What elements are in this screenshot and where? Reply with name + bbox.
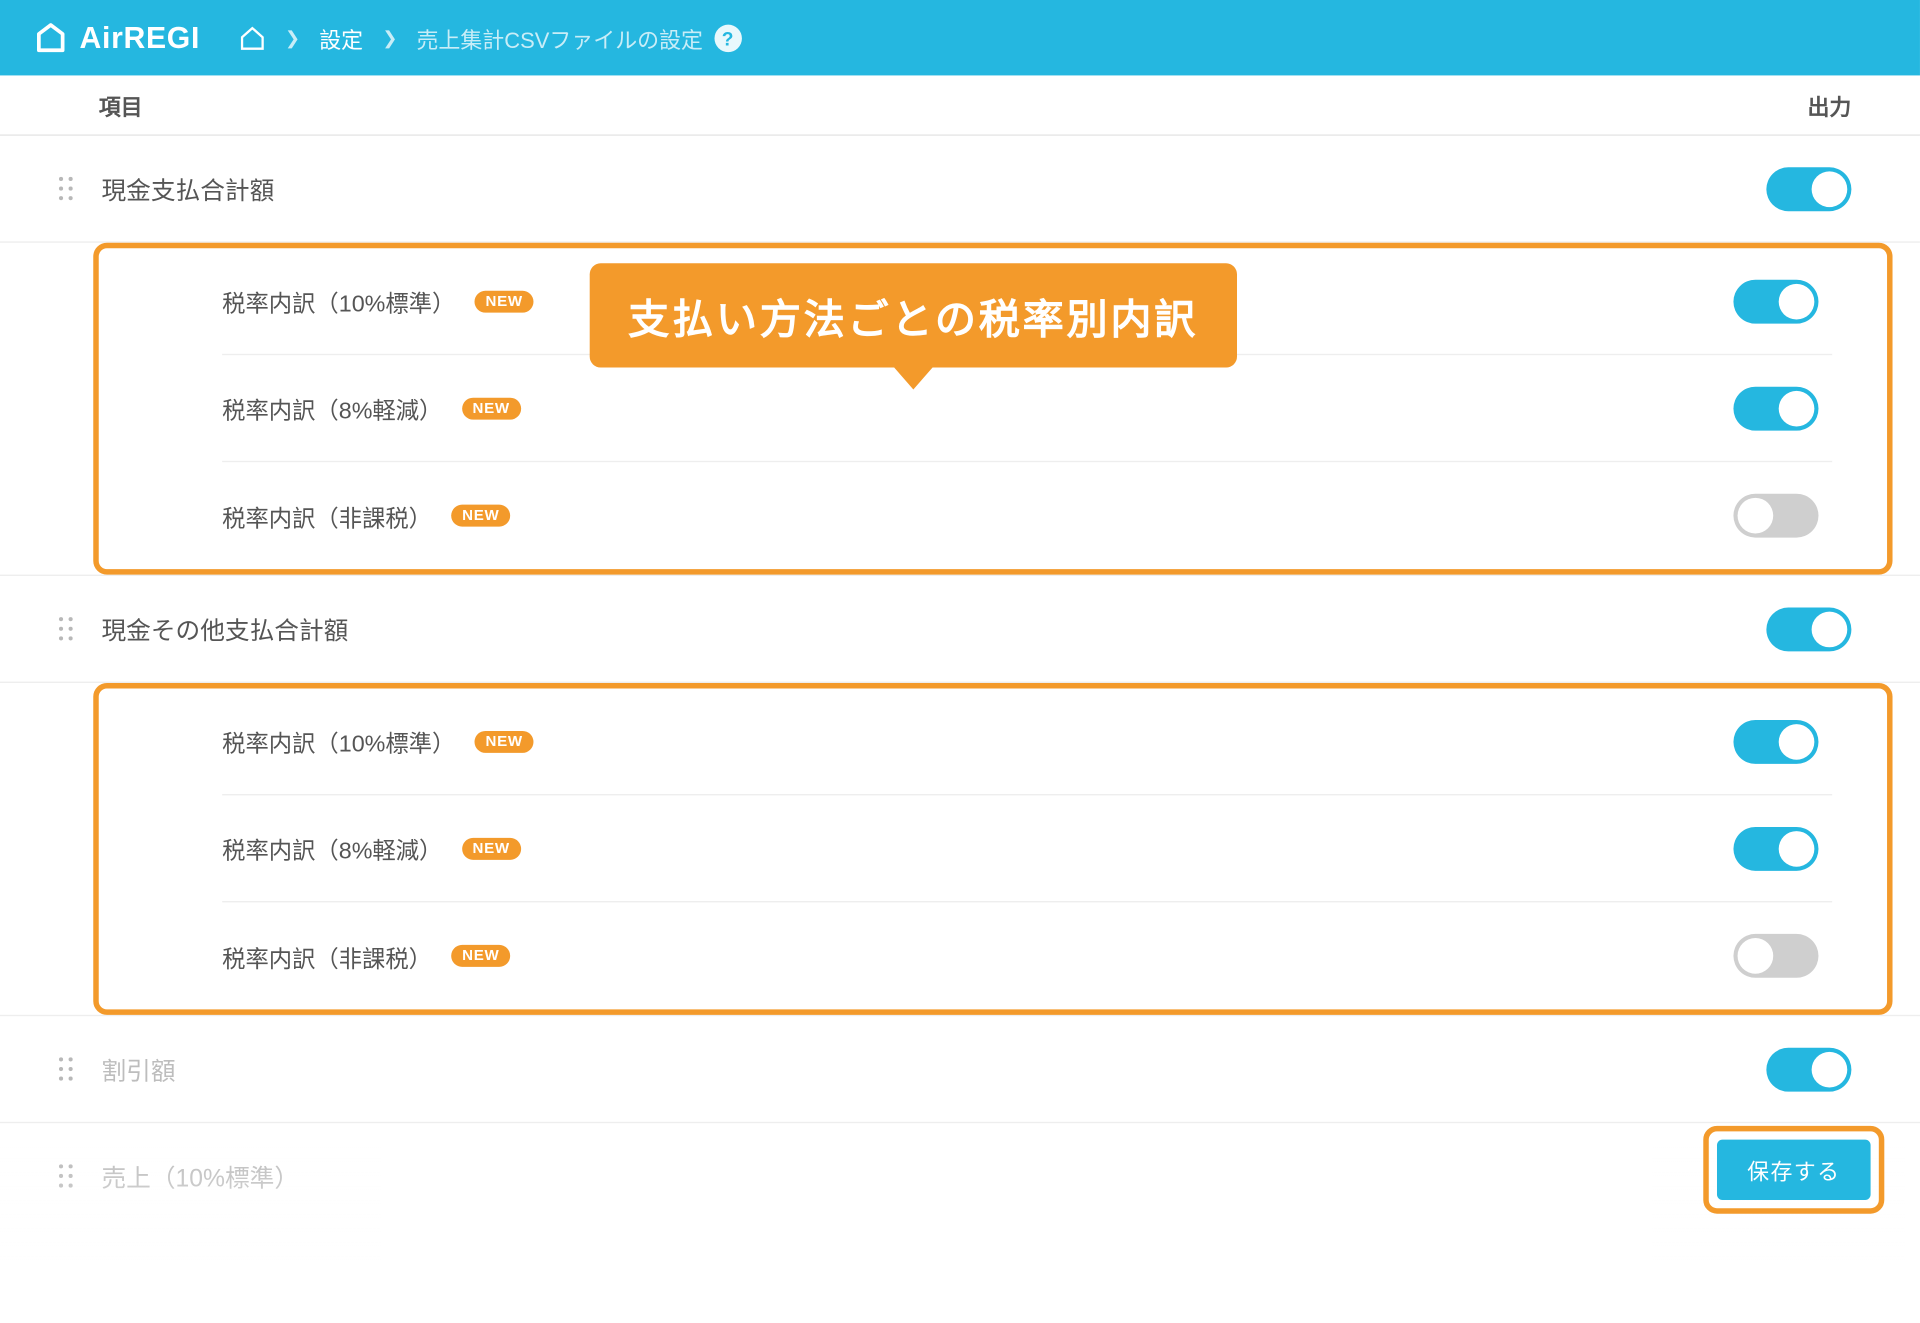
toggle-non-tax-b[interactable] <box>1733 934 1818 978</box>
row-non-tax-b: 税率内訳（非課税） NEW <box>222 902 1832 1009</box>
row-label: 税率内訳（非課税） <box>222 939 432 973</box>
row-label: 税率内訳（8%軽減） <box>222 831 442 865</box>
row-rate-8-b: 税率内訳（8%軽減） NEW <box>222 795 1832 902</box>
logo[interactable]: AirREGI <box>33 20 200 56</box>
toggle-discount[interactable] <box>1766 1047 1851 1091</box>
row-label: 現金支払合計額 <box>101 171 274 207</box>
row-label: 割引額 <box>101 1051 175 1087</box>
row-label: 税率内訳（10%標準） <box>222 724 455 758</box>
new-badge: NEW <box>475 290 534 312</box>
brand-text: AirREGI <box>80 20 200 56</box>
row-label: 税率内訳（8%軽減） <box>222 391 442 425</box>
columns-header: 項目 出力 <box>0 75 1920 135</box>
col-output-label: 出力 <box>1807 88 1865 121</box>
help-icon[interactable]: ? <box>714 24 741 51</box>
app-header: AirREGI ❯ 設定 ❯ 売上集計CSVファイルの設定 ? <box>0 0 1920 75</box>
drag-handle-icon[interactable] <box>55 616 77 641</box>
drag-handle-icon[interactable] <box>55 1164 77 1189</box>
breadcrumb: ❯ 設定 ❯ 売上集計CSVファイルの設定 ? <box>238 21 741 54</box>
callout-tooltip: 支払い方法ごとの税率別内訳 <box>590 263 1237 367</box>
toggle-rate-8-b[interactable] <box>1733 826 1818 870</box>
row-label: 売上（10%標準） <box>101 1159 299 1195</box>
breadcrumb-settings[interactable]: 設定 <box>319 21 363 54</box>
row-other-cash-total: 現金その他支払合計額 <box>0 576 1920 683</box>
new-badge: NEW <box>462 837 521 859</box>
chevron-right-icon: ❯ <box>285 27 300 49</box>
drag-handle-icon[interactable] <box>55 176 77 201</box>
breadcrumb-current: 売上集計CSVファイルの設定 <box>416 21 702 54</box>
toggle-rate-8[interactable] <box>1733 386 1818 430</box>
row-rate-8: 税率内訳（8%軽減） NEW <box>222 355 1832 462</box>
highlight-group-2: 税率内訳（10%標準） NEW 税率内訳（8%軽減） NEW 税率内訳（非課税）… <box>93 683 1892 1015</box>
new-badge: NEW <box>451 505 510 527</box>
row-cash-total: 現金支払合計額 <box>0 136 1920 243</box>
logo-icon <box>33 20 69 56</box>
toggle-cash-total[interactable] <box>1766 167 1851 211</box>
col-item-label: 項目 <box>99 88 143 121</box>
row-rate-10-b: 税率内訳（10%標準） NEW <box>222 688 1832 795</box>
row-discount: 割引額 <box>0 1016 1920 1123</box>
row-sales-10: 売上（10%標準） <box>0 1123 1920 1230</box>
row-label: 税率内訳（10%標準） <box>222 284 455 318</box>
new-badge: NEW <box>475 730 534 752</box>
settings-list: 支払い方法ごとの税率別内訳 現金支払合計額 税率内訳（10%標準） NEW 税率… <box>0 136 1920 1230</box>
drag-handle-icon[interactable] <box>55 1057 77 1082</box>
save-button[interactable]: 保存する <box>1717 1140 1871 1200</box>
row-label: 現金その他支払合計額 <box>101 611 348 647</box>
toggle-other-cash-total[interactable] <box>1766 607 1851 651</box>
toggle-rate-10-b[interactable] <box>1733 719 1818 763</box>
new-badge: NEW <box>451 945 510 967</box>
row-label: 税率内訳（非課税） <box>222 499 432 533</box>
breadcrumb-home[interactable] <box>238 24 265 51</box>
toggle-non-tax[interactable] <box>1733 494 1818 538</box>
new-badge: NEW <box>462 397 521 419</box>
row-non-tax: 税率内訳（非課税） NEW <box>222 462 1832 569</box>
toggle-rate-10[interactable] <box>1733 279 1818 323</box>
save-highlight: 保存する <box>1703 1126 1884 1214</box>
chevron-right-icon: ❯ <box>382 27 397 49</box>
home-icon <box>238 24 265 51</box>
